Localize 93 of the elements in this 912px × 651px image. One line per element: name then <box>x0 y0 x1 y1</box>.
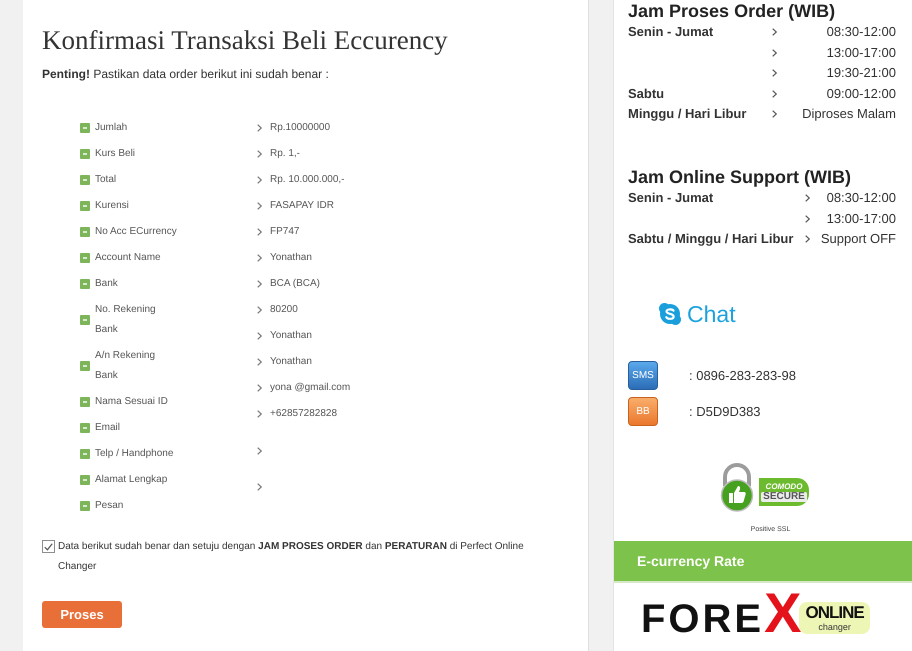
logo-wordmark: FOREX <box>641 585 802 641</box>
schedule-time: 19:30-21:00 <box>826 64 896 82</box>
schedule-day: Senin - Jumat <box>628 188 714 208</box>
field-value: Rp. 10.000.000,- <box>270 173 344 187</box>
schedule-day: Minggu / Hari Libur <box>628 104 746 124</box>
chevron-right-icon <box>772 90 777 98</box>
submit-button[interactable]: Proses <box>42 601 122 628</box>
minus-square-icon <box>80 279 90 289</box>
field-label: Pesan <box>95 499 124 513</box>
field-label: Email <box>95 421 120 435</box>
seal-label: COMODO SECURE <box>759 478 809 506</box>
field-value: +62857282828 <box>270 407 338 421</box>
chevron-right-icon <box>257 306 262 314</box>
chevron-right-icon <box>257 228 262 236</box>
schedule-time: 08:30-12:00 <box>826 189 896 207</box>
field-value: Yonathan <box>270 329 312 343</box>
field-value: FP747 <box>270 225 300 239</box>
chevron-right-icon <box>257 332 262 340</box>
chevron-right-icon <box>257 202 262 210</box>
minus-square-icon <box>80 397 90 407</box>
field-label: Kurensi <box>95 199 129 213</box>
section-heading: Jam Online Support (WIB) <box>628 166 852 188</box>
contact-value: : D5D9D383 <box>689 402 761 421</box>
section-heading: Jam Proses Order (WIB) <box>628 0 836 22</box>
field-label: Alamat Lengkap <box>95 473 168 487</box>
field-label: No Acc ECurrency <box>95 225 177 239</box>
field-value: 80200 <box>270 303 298 317</box>
chevron-right-icon <box>772 48 777 57</box>
field-label: Bank <box>95 277 118 291</box>
chevron-right-icon <box>257 358 262 366</box>
minus-square-icon <box>80 423 90 433</box>
minus-square-icon <box>80 149 90 159</box>
field-label: Account Name <box>95 251 161 265</box>
chevron-right-icon <box>772 69 777 78</box>
chat-bubble-icon <box>658 302 682 326</box>
chevron-right-icon <box>804 194 810 202</box>
minus-square-icon <box>80 175 90 185</box>
chevron-right-icon <box>804 235 810 244</box>
minus-square-icon <box>80 123 90 133</box>
chevron-right-icon <box>804 214 810 223</box>
minus-square-icon <box>80 475 90 485</box>
minus-square-icon <box>80 501 90 511</box>
schedule-time: Diproses Malam <box>802 105 896 123</box>
minus-square-icon <box>80 315 90 325</box>
field-label: A/n Rekening Bank <box>95 349 156 383</box>
chevron-right-icon <box>257 384 262 392</box>
contact-value: : 0896-283-283-98 <box>689 366 796 385</box>
minus-square-icon <box>80 253 90 263</box>
schedule-day: Senin - Jumat <box>628 22 714 42</box>
field-value: yona @gmail.com <box>270 381 350 395</box>
chevron-right-icon <box>772 110 777 118</box>
schedule-time: 08:30-12:00 <box>826 23 896 41</box>
field-label: Kurs Beli <box>95 147 136 161</box>
schedule-time: 13:00-17:00 <box>826 210 896 228</box>
minus-square-icon <box>80 227 90 237</box>
sms-tag: SMS <box>628 361 658 390</box>
chevron-right-icon <box>257 483 262 491</box>
agreement-text: Data berikut sudah benar dan setuju dengan JAM PROSES ORDER dan PERATURAN di Perfect Online Changer <box>58 540 525 574</box>
field-value: FASAPAY IDR <box>270 199 334 213</box>
field-value: Rp.10000000 <box>270 121 330 135</box>
field-label: No. Rekening Bank <box>95 303 156 337</box>
chat-link[interactable]: Chat <box>658 300 736 328</box>
field-value: Yonathan <box>270 251 312 265</box>
minus-square-icon <box>80 449 90 459</box>
field-label: Total <box>95 173 116 187</box>
field-value: BCA (BCA) <box>270 277 320 291</box>
chevron-right-icon <box>257 124 262 132</box>
schedule-day: Sabtu <box>628 84 664 104</box>
field-value: Rp. 1,- <box>270 147 300 161</box>
field-label: Nama Sesuai ID <box>95 395 168 409</box>
minus-square-icon <box>80 361 90 371</box>
minus-square-icon <box>80 201 90 211</box>
chevron-right-icon <box>772 28 777 36</box>
schedule-time: 09:00-12:00 <box>826 84 896 102</box>
chevron-right-icon <box>257 254 262 262</box>
chevron-right-icon <box>257 447 262 455</box>
chevron-right-icon <box>257 280 262 288</box>
field-label: Jumlah <box>95 121 128 135</box>
field-value: Yonathan <box>270 355 312 369</box>
section-header-bar: E-currency Rate <box>614 541 912 583</box>
confirm-checkbox[interactable] <box>42 540 55 553</box>
schedule-time: Support OFF <box>820 230 896 248</box>
bb-tag: BB <box>628 397 658 426</box>
field-label: Telp / Handphone <box>95 447 174 461</box>
logo-subtitle: changer <box>818 622 851 632</box>
notice-text: Penting! Pastikan data order berikut ini sudah benar : <box>42 66 330 83</box>
page-title: Konfirmasi Transaksi Beli Eccurency <box>42 24 449 56</box>
schedule-day: Sabtu / Minggu / Hari Libur <box>628 229 794 250</box>
schedule-time: 13:00-17:00 <box>826 44 896 62</box>
chevron-right-icon <box>257 410 262 418</box>
chevron-right-icon <box>257 176 262 184</box>
logo-tag: ONLINE <box>805 604 864 622</box>
chevron-right-icon <box>257 150 262 158</box>
